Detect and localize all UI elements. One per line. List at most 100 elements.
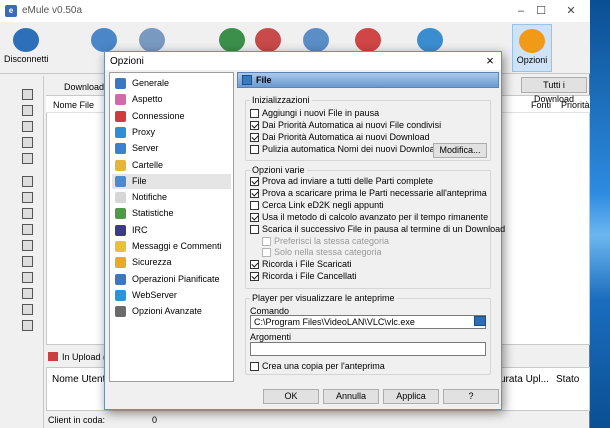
varie-opts-checkbox-1[interactable] [250, 177, 259, 186]
nav-item-label: IRC [132, 224, 148, 235]
column-header-stato[interactable]: Stato [556, 374, 579, 385]
nav-item-proxy[interactable]: Proxy [112, 125, 231, 140]
options-dialog: Opzioni × Generale Aspetto Connessione Prox… [104, 51, 505, 410]
varie-opts-checkbox-3[interactable] [250, 200, 259, 210]
nav-item-label: Operazioni Pianificate [132, 273, 220, 284]
varie-opts-label-6: Preferisci la stessa categoria [274, 235, 390, 246]
nav-item-operazioni-pianificate[interactable]: Operazioni Pianificate [112, 272, 231, 287]
sidebar-tool-icon-12[interactable] [22, 272, 33, 283]
toolbar-disconnetti-button[interactable]: Disconnetti [4, 24, 49, 72]
toolbar-icon-9 [519, 29, 545, 53]
argomenti-input[interactable] [250, 342, 486, 356]
options-nav-list: Generale Aspetto Connessione Proxy Server Car… [109, 72, 234, 382]
panel-header: File [237, 72, 499, 88]
nav-item-opzioni-avanzate[interactable]: Opzioni Avanzate [112, 304, 231, 319]
sidebar-tool-icon-1[interactable] [22, 89, 33, 100]
toolbar-icon-3 [139, 28, 165, 52]
sidebar-tool-icon-3[interactable] [22, 121, 33, 132]
varie-opts-checkbox-6 [262, 236, 271, 246]
nav-icon-10 [115, 224, 126, 236]
nav-item-generale[interactable]: Generale [112, 76, 231, 91]
modifica-button[interactable]: Modifica... [433, 143, 487, 158]
player-legend: Player per visualizzare le anteprime [252, 293, 395, 303]
annulla-button[interactable]: Annulla [323, 389, 379, 404]
sidebar-tool-icon-11[interactable] [22, 256, 33, 267]
varie-opts-checkbox-8[interactable] [250, 260, 259, 270]
comando-input[interactable]: C:\Program Files\VideoLAN\VLC\vlc.exe [250, 315, 486, 329]
toolbar-icon-8 [417, 28, 443, 52]
help-button[interactable]: ? [443, 389, 499, 404]
nav-item-aspetto[interactable]: Aspetto [112, 92, 231, 107]
nav-item-connessione[interactable]: Connessione [112, 109, 231, 124]
nav-item-statistiche[interactable]: Statistiche [112, 206, 231, 221]
nav-item-sicurezza[interactable]: Sicurezza [112, 255, 231, 270]
toolbar-label: Opzioni [516, 55, 548, 65]
sidebar-tool-icon-10[interactable] [22, 240, 33, 251]
varie-opts-checkbox-4[interactable] [250, 212, 259, 222]
sidebar-tool-icon-5[interactable] [22, 153, 33, 164]
sidebar-tool-icon-6[interactable] [22, 176, 33, 187]
browse-folder-icon[interactable] [474, 316, 486, 326]
column-header-nome-utente[interactable]: Nome Utente [52, 374, 111, 385]
sidebar-tool-icon-9[interactable] [22, 224, 33, 235]
nav-item-notifiche[interactable]: Notifiche [112, 190, 231, 205]
maximize-button[interactable]: ☐ [530, 3, 552, 19]
tutti-download-button[interactable]: Tutti i Download [521, 77, 587, 104]
init-opts-checkbox-1[interactable] [250, 109, 259, 118]
nav-item-label: WebServer [132, 289, 177, 300]
nav-item-cartelle[interactable]: Cartelle [112, 158, 231, 173]
close-button[interactable]: ✕ [560, 3, 582, 19]
nav-item-label: Cartelle [132, 159, 164, 170]
sidebar-tool-icon-15[interactable] [22, 320, 33, 331]
toolbar-opzioni-button[interactable]: Opzioni [512, 24, 552, 72]
nav-icon-13 [115, 273, 126, 285]
upload-label: In Upload ( [62, 352, 107, 362]
dialog-title: Opzioni [110, 56, 144, 67]
sidebar-tool-icon-2[interactable] [22, 105, 33, 116]
nav-item-label: Notifiche [132, 192, 168, 203]
nav-item-file[interactable]: File [112, 173, 231, 189]
init-opts-label-2: Dai Priorità Automatica ai nuovi File co… [262, 120, 442, 130]
varie-opts-checkbox-5[interactable] [250, 224, 259, 234]
varie-opts-checkbox-7 [262, 248, 271, 258]
minimize-button[interactable]: – [510, 3, 532, 19]
column-header-nome-file[interactable]: Nome File [53, 100, 94, 110]
ok-button[interactable]: OK [263, 389, 319, 404]
sidebar-tool-icon-13[interactable] [22, 288, 33, 299]
nav-item-messaggi-e-commenti[interactable]: Messaggi e Commenti [112, 239, 231, 254]
left-tool-strip [0, 76, 44, 428]
nav-icon-2 [115, 94, 126, 106]
nav-item-server[interactable]: Server [112, 141, 231, 156]
nav-item-label: Connessione [132, 110, 185, 121]
varie-opts-label-1: Prova ad inviare a tutti delle Parti com… [262, 176, 434, 186]
dialog-close-icon[interactable]: × [479, 52, 501, 70]
column-header-durata-upload[interactable]: urata Upl... [500, 374, 549, 385]
varie-opts-checkbox-9[interactable] [250, 272, 259, 282]
toolbar-icon-4 [219, 28, 245, 52]
sidebar-tool-icon-7[interactable] [22, 192, 33, 203]
column-header-priorita[interactable]: Priorità [561, 100, 590, 110]
init-opts-checkbox-4[interactable] [250, 145, 259, 154]
init-opts-checkbox-3[interactable] [250, 133, 259, 142]
nav-icon-12 [115, 257, 126, 269]
column-header-fonti[interactable]: Fonti [531, 100, 551, 110]
nav-item-irc[interactable]: IRC [112, 223, 231, 238]
init-opts-label-4: Pulizia automatica Nomi dei nuovi Downlo… [262, 144, 440, 154]
varie-opts-checkbox-2[interactable] [250, 188, 259, 198]
nav-icon-11 [115, 241, 126, 252]
panel-title: File [256, 75, 272, 85]
nav-item-webserver[interactable]: WebServer [112, 288, 231, 303]
window-title: eMule v0.50a [22, 5, 83, 16]
upload-arrow-icon [48, 352, 58, 361]
sidebar-tool-icon-8[interactable] [22, 208, 33, 219]
download-label: Download ( [64, 82, 110, 92]
crea-copia-checkbox[interactable] [250, 362, 259, 371]
title-bar: e eMule v0.50a – ☐ ✕ [0, 0, 590, 22]
init-opts-checkbox-2[interactable] [250, 121, 259, 130]
nav-item-label: Statistiche [132, 208, 174, 219]
applica-button[interactable]: Applica [383, 389, 439, 404]
toolbar-label: Disconnetti [4, 54, 49, 64]
sidebar-tool-icon-4[interactable] [22, 137, 33, 148]
nav-item-label: Messaggi e Commenti [132, 241, 222, 251]
sidebar-tool-icon-14[interactable] [22, 304, 33, 315]
